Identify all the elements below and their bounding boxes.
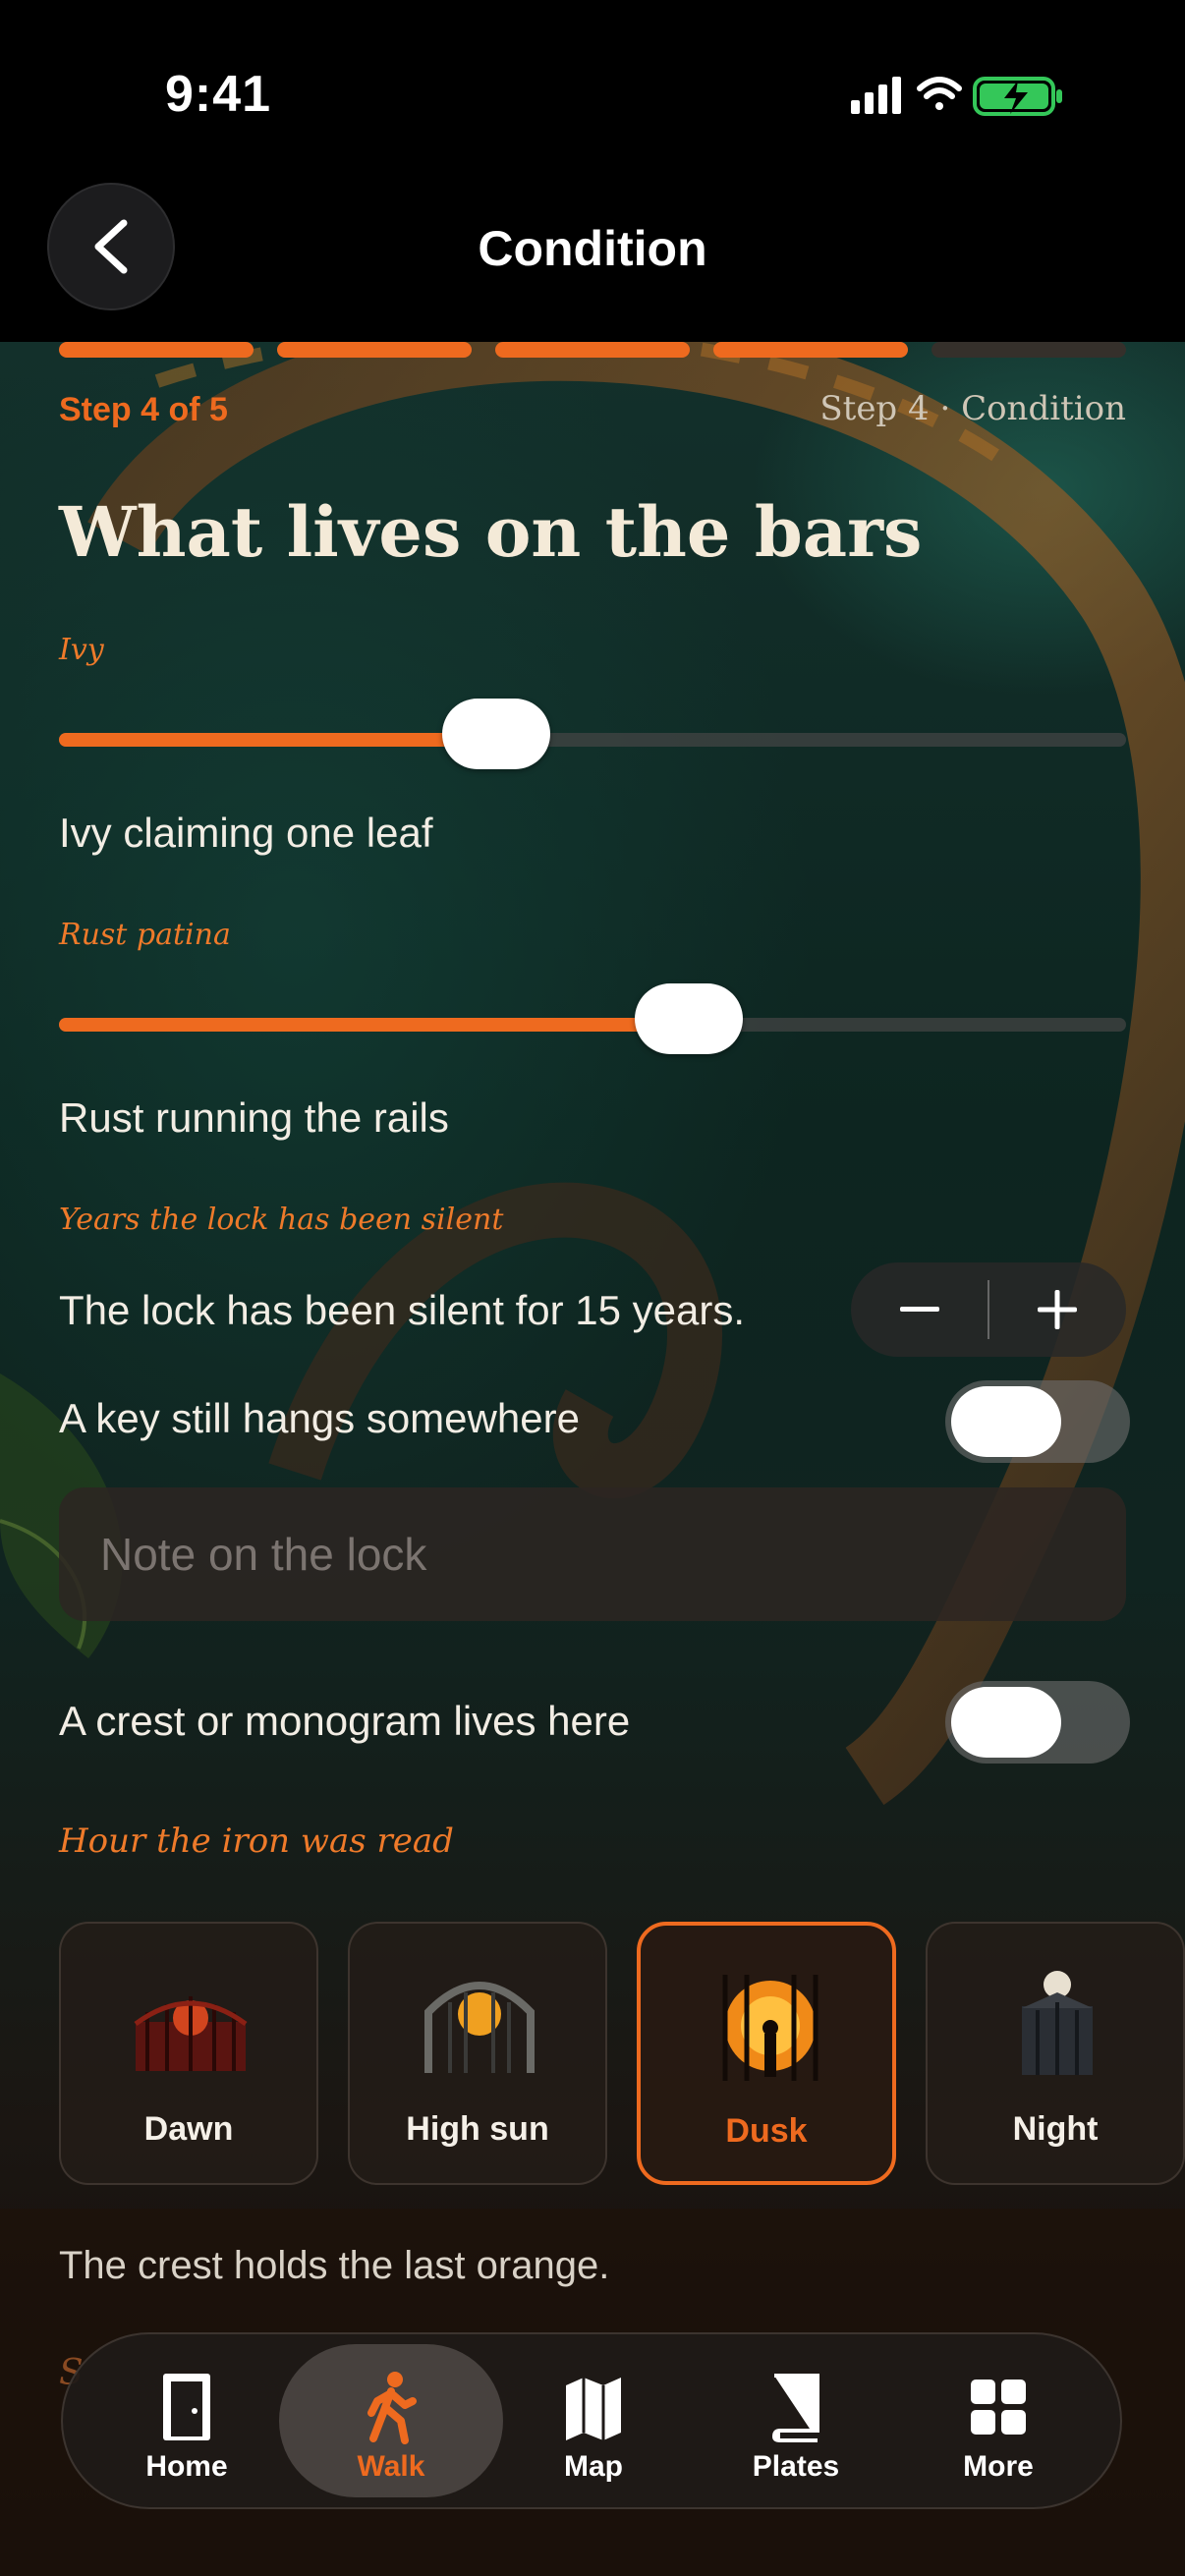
rust-slider-thumb[interactable] [634,983,743,1054]
ivy-caption: Ivy claiming one leaf [59,810,433,856]
grid-icon [971,2380,1026,2435]
increment-button[interactable] [988,1262,1126,1357]
ivy-label: Ivy [59,633,104,667]
footnote: The crest holds the last orange. [59,2244,610,2287]
step-progress [59,342,1126,360]
hour-option-high-sun[interactable]: High sun [348,1922,607,2185]
key-toggle[interactable] [945,1380,1130,1463]
ivy-slider[interactable] [59,699,1126,769]
tab-bar: Home Walk Map Plates More [61,2332,1122,2509]
status-bar: 9:41 [0,0,1185,177]
high-sun-gate-icon [424,1982,535,2073]
tab-label: Map [564,2450,623,2483]
crest-toggle[interactable] [945,1681,1130,1764]
hour-option-dusk[interactable]: Dusk [637,1922,896,2185]
wifi-icon [917,77,962,110]
tab-label: Plates [752,2450,840,2483]
tab-label: Walk [357,2450,425,2483]
lock-years-label: Years the lock has been silent [59,1203,504,1237]
lock-note-input[interactable] [59,1487,1126,1621]
progress-segment-4 [713,342,908,358]
night-gate-icon [1022,1971,1093,2075]
tab-walk[interactable]: Walk [279,2344,503,2497]
hour-option-label: High sun [406,2110,549,2148]
minus-icon [900,1307,939,1312]
rust-caption: Rust running the rails [59,1094,449,1141]
key-toggle-label: A key still hangs somewhere [59,1395,580,1441]
tab-label: More [963,2450,1034,2483]
tab-more[interactable]: More [886,2344,1110,2497]
page-title: Condition [478,221,707,276]
door-icon [163,2374,210,2440]
plus-icon [1038,1290,1077,1329]
status-time: 9:41 [165,66,272,123]
tab-map[interactable]: Map [481,2344,705,2497]
section-heading: What lives on the bars [59,491,923,573]
ivy-slider-thumb[interactable] [442,699,551,769]
hour-options: Dawn High sun Dusk Night [59,1922,1185,2187]
toggle-knob [951,1687,1061,1758]
progress-segment-2 [277,342,472,358]
book-icon [771,2374,819,2442]
step-title: Step 4 · Condition [819,389,1126,428]
dawn-gate-icon [134,1996,248,2071]
progress-segment-3 [495,342,690,358]
crest-toggle-label: A crest or monogram lives here [59,1698,631,1744]
tab-label: Home [145,2450,228,2483]
rust-slider-fill [59,1018,689,1032]
ivy-slider-fill [59,733,497,747]
years-stepper[interactable] [851,1262,1126,1357]
map-icon [566,2378,621,2440]
tab-home[interactable]: Home [75,2344,299,2497]
step-counter: Step 4 of 5 [59,391,228,428]
lock-years-text: The lock has been silent for 15 years. [59,1287,746,1333]
status-icons [851,77,1062,116]
rust-label: Rust patina [59,918,231,952]
dusk-gate-icon [722,1975,818,2081]
progress-segment-1 [59,342,254,358]
hour-option-label: Dawn [143,2110,234,2148]
nav-header: Condition [0,177,1185,342]
hour-option-dawn[interactable]: Dawn [59,1922,318,2185]
decrement-button[interactable] [851,1262,988,1357]
toggle-knob [951,1386,1061,1457]
rust-slider[interactable] [59,983,1126,1054]
hour-option-night[interactable]: Night [926,1922,1185,2185]
walking-person-icon [367,2372,417,2444]
battery-charging-icon [973,77,1062,116]
hour-option-label: Night [1012,2110,1099,2148]
tab-plates[interactable]: Plates [684,2344,908,2497]
progress-segment-5 [931,342,1126,358]
signal-icon [851,77,901,114]
hour-option-label: Dusk [725,2112,808,2150]
hour-label: Hour the iron was read [59,1821,454,1861]
